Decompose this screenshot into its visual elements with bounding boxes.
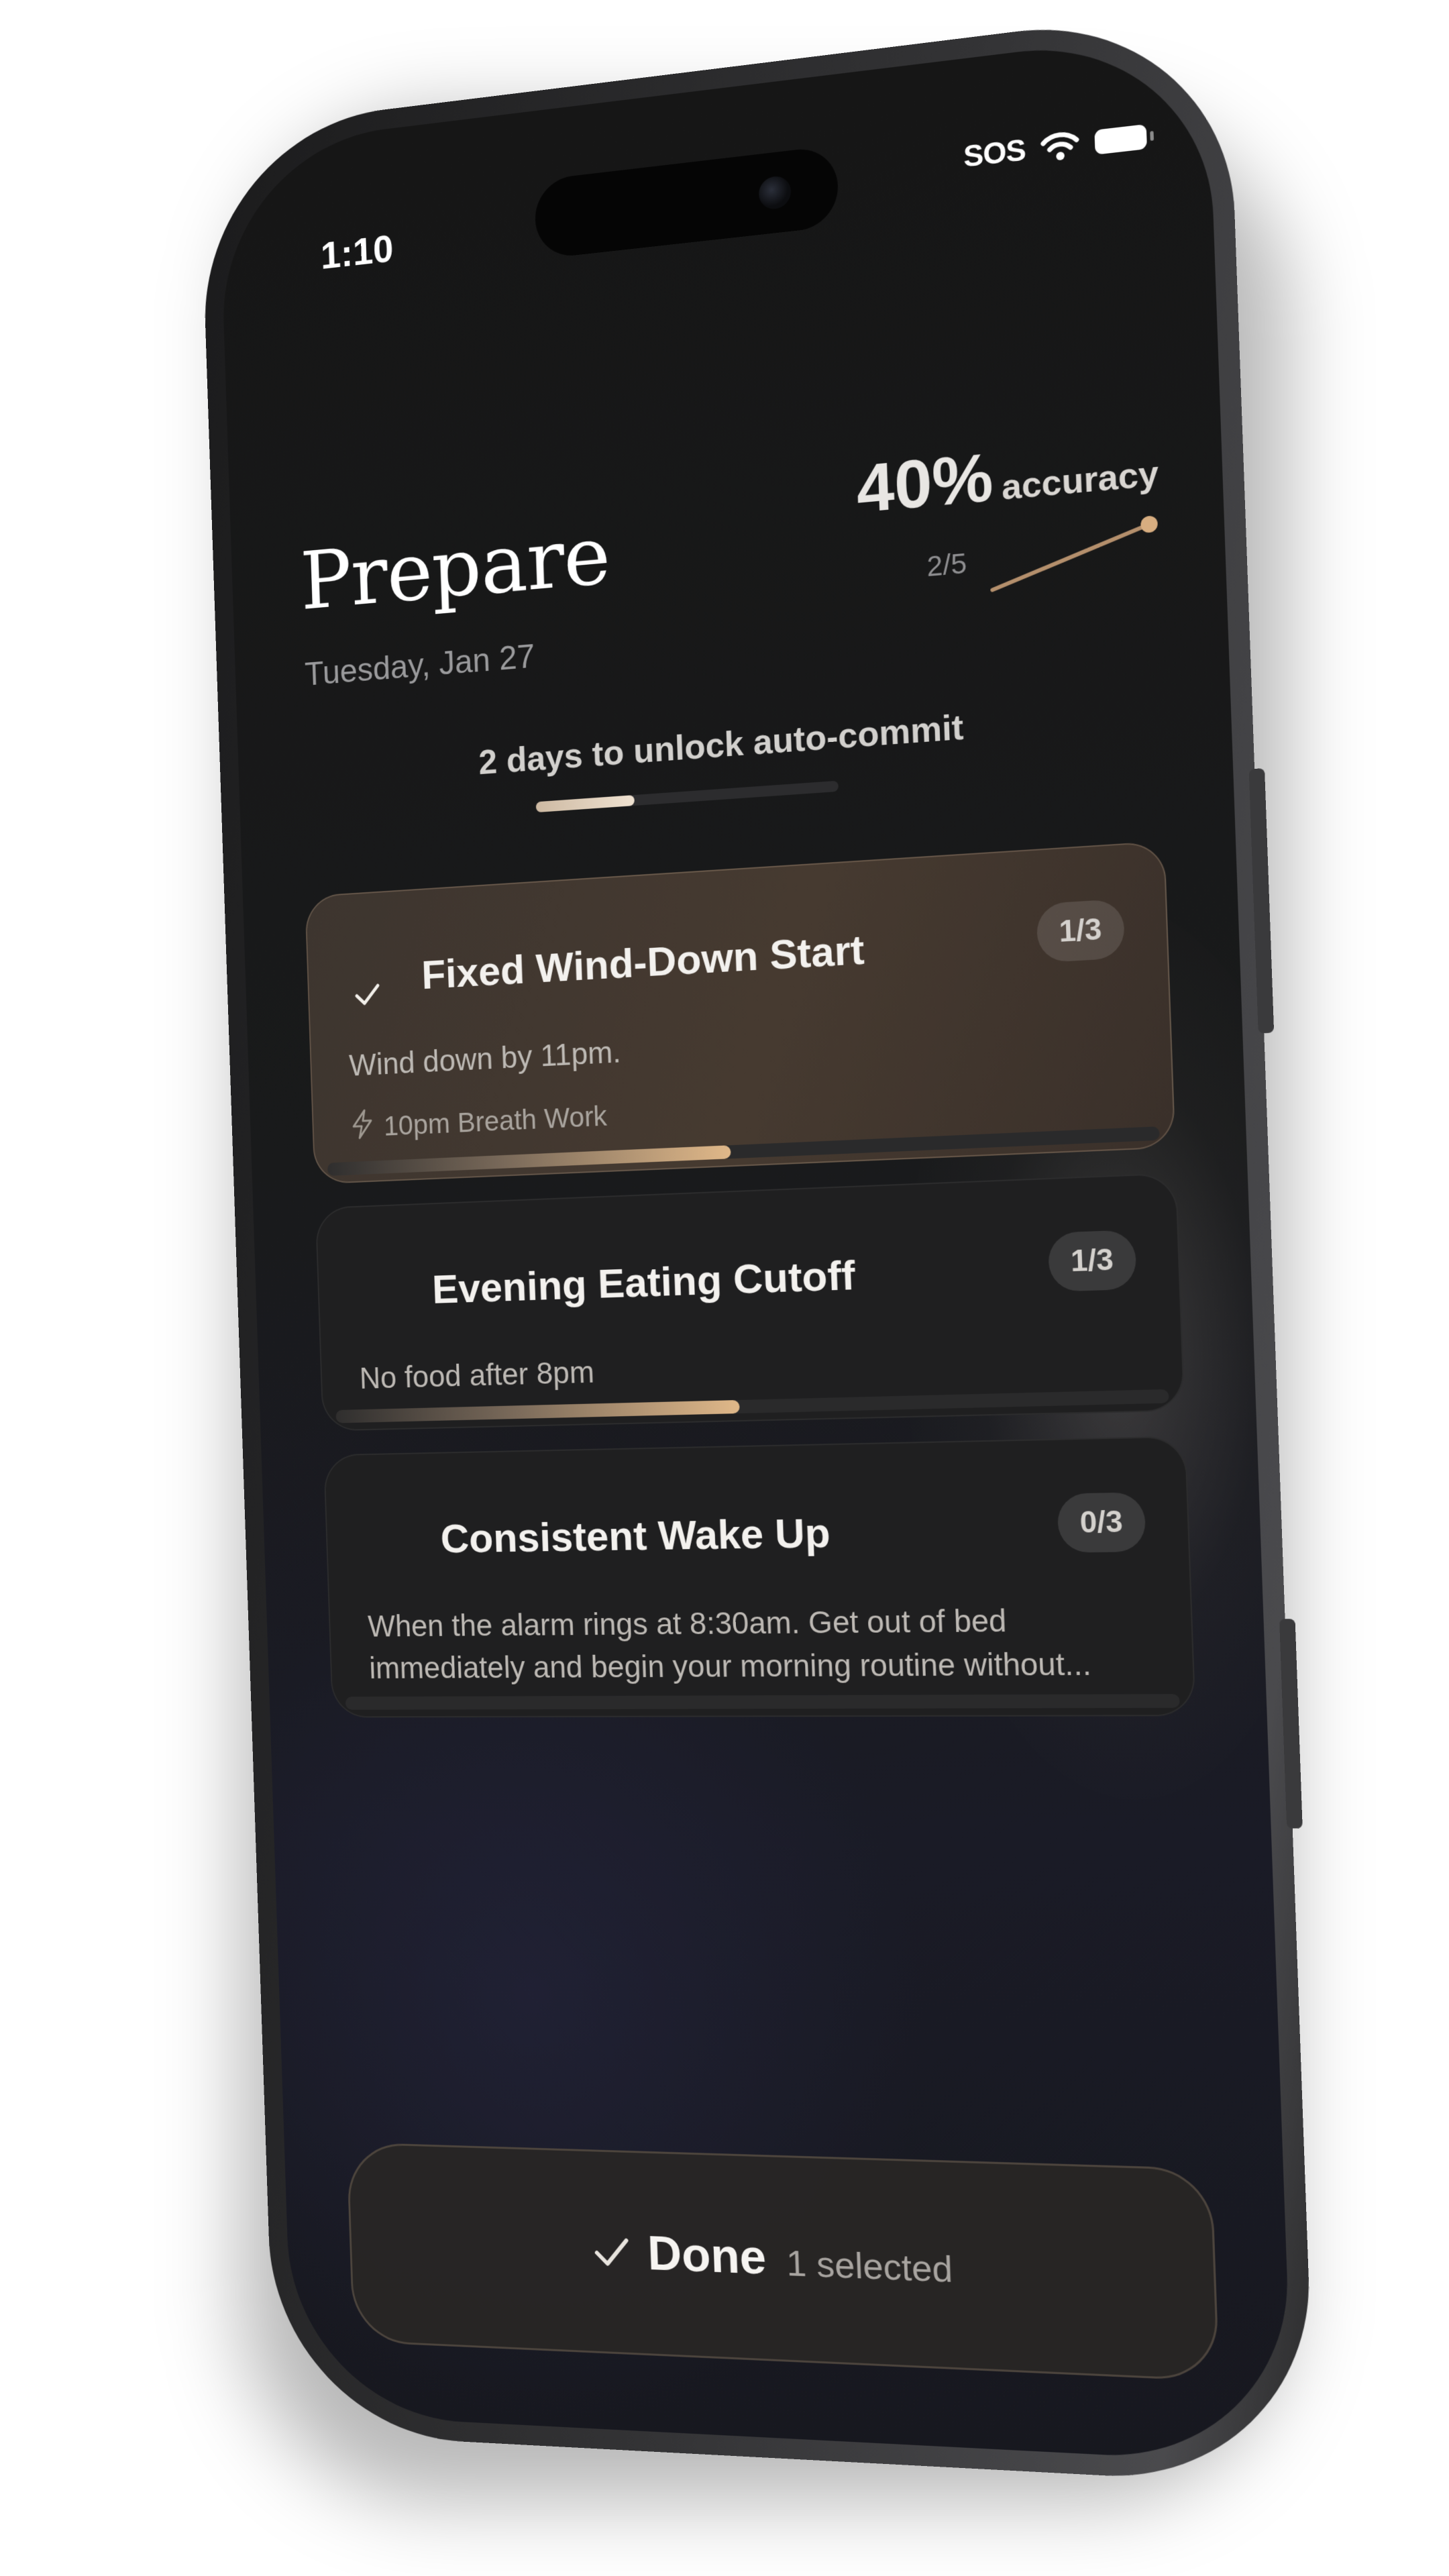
habit-progress-fill xyxy=(345,1697,346,1710)
habit-title: Evening Eating Cutoff xyxy=(431,1252,856,1313)
check-icon xyxy=(590,2230,633,2274)
habit-count-badge: 1/3 xyxy=(1047,1230,1137,1292)
accuracy-label: accuracy xyxy=(1001,453,1160,508)
camera-icon xyxy=(758,174,792,211)
unlock-message: 2 days to unlock auto-commit xyxy=(478,708,965,782)
habit-description: Wind down by 11pm. xyxy=(348,1034,622,1083)
page-date: Tuesday, Jan 27 xyxy=(304,637,536,693)
status-time: 1:10 xyxy=(320,227,394,278)
habit-description: No food after 8pm xyxy=(359,1354,595,1395)
page-title: Prepare xyxy=(299,507,612,629)
habit-progress-fill xyxy=(327,1145,731,1176)
selected-count: 1 selected xyxy=(786,2243,954,2290)
wifi-icon xyxy=(1040,130,1079,164)
dynamic-island xyxy=(534,145,839,260)
side-button xyxy=(1279,1619,1303,1829)
status-bar: 1:10 SOS xyxy=(218,29,1213,304)
accuracy-ratio: 2/5 xyxy=(926,547,967,583)
habit-title: Fixed Wind-Down Start xyxy=(421,926,865,998)
habit-linked-routine: 10pm Breath Work xyxy=(351,1097,608,1146)
done-button[interactable]: Done 1 selected xyxy=(346,2142,1220,2382)
accuracy-widget[interactable]: 40% accuracy 2/5 xyxy=(855,423,1160,529)
habit-card-eating-cutoff[interactable]: Evening Eating Cutoff 1/3 No food after … xyxy=(315,1173,1185,1432)
habit-count-badge: 0/3 xyxy=(1057,1492,1146,1553)
habit-card-wake-up[interactable]: Consistent Wake Up 0/3 When the alarm ri… xyxy=(323,1436,1196,1718)
bolt-icon xyxy=(351,1109,374,1146)
habit-progress-fill xyxy=(335,1399,740,1424)
unlock-progress-bar xyxy=(535,780,839,813)
habit-description: When the alarm rings at 8:30am. Get out … xyxy=(367,1603,1092,1685)
routine-label: 10pm Breath Work xyxy=(383,1099,608,1142)
habit-title: Consistent Wake Up xyxy=(439,1509,831,1562)
unlock-progress-fill xyxy=(535,795,635,813)
habit-count-badge: 1/3 xyxy=(1036,898,1126,963)
device-mockup: 1:10 SOS Prepare Tuesday, Jan 27 40% acc… xyxy=(0,0,1449,2576)
status-icons: SOS xyxy=(963,119,1147,174)
battery-icon xyxy=(1094,123,1147,155)
phone-frame: 1:10 SOS Prepare Tuesday, Jan 27 40% acc… xyxy=(199,5,1316,2487)
accuracy-value: 40% xyxy=(855,439,995,528)
sos-indicator: SOS xyxy=(963,133,1026,174)
habit-card-wind-down[interactable]: Fixed Wind-Down Start 1/3 Wind down by 1… xyxy=(305,841,1176,1185)
accuracy-detail: 2/5 xyxy=(926,513,1163,601)
check-icon xyxy=(352,977,384,1012)
accuracy-trend-line xyxy=(986,513,1163,596)
habit-progress-bar xyxy=(345,1694,1181,1710)
done-label: Done xyxy=(646,2226,767,2285)
app-screen: 1:10 SOS Prepare Tuesday, Jan 27 40% acc… xyxy=(217,29,1294,2465)
